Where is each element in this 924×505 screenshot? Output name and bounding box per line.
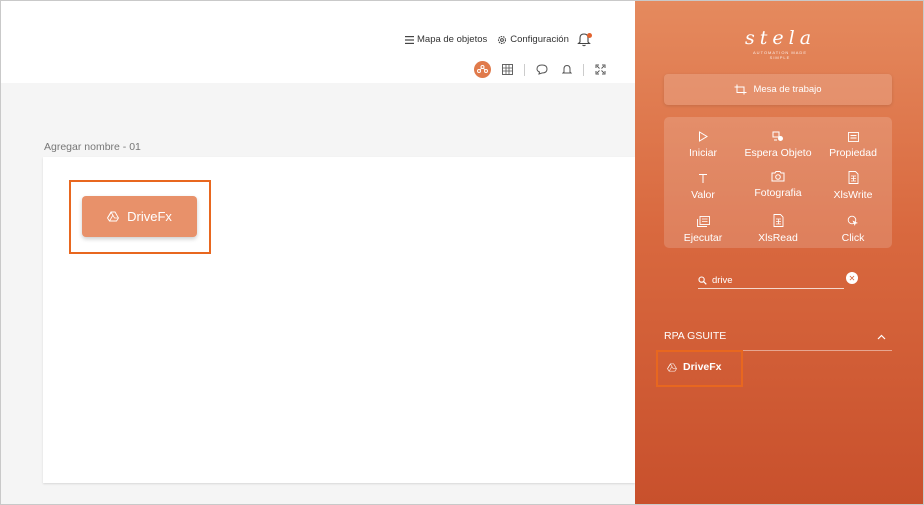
tool-label: Espera Objeto [744,147,812,159]
camera-icon [771,171,785,182]
view-toolbar [474,61,609,78]
tool-label: Fotografia [754,187,802,199]
fullscreen-button[interactable] [592,61,609,78]
flow-icon [477,65,488,73]
close-icon: ✕ [848,273,856,283]
chevron-up-icon [877,334,886,340]
tool-label: Iniciar [688,147,717,159]
tool-ejecutar[interactable]: Ejecutar [665,206,741,244]
tool-iniciar[interactable]: Iniciar [665,121,741,159]
alerts-button[interactable] [558,61,575,78]
spreadsheet-icon [773,214,783,227]
clear-search-button[interactable]: ✕ [846,272,858,284]
tool-xlswrite[interactable]: XlsWrite [815,163,891,201]
canvas-title[interactable]: Agregar nombre - 01 [44,141,141,153]
menu-icon [405,35,414,44]
group-title: RPA GSUITE [664,330,727,342]
object-map-link[interactable]: Mapa de objetos [405,34,487,45]
tool-xlsread[interactable]: XlsRead [740,206,816,244]
tool-grid: Iniciar Espera Objeto Propiedad Valor Fo… [664,117,892,248]
wait-object-icon [772,131,783,141]
play-icon [699,131,708,142]
stela-logo: stela AUTOMATION MADE SIMPLE [745,27,815,60]
group-header-rpa-gsuite[interactable]: RPA GSUITE [664,330,892,351]
toolbar-divider [524,63,525,76]
tool-espera-objeto[interactable]: Espera Objeto [740,121,816,159]
flow-view-button[interactable] [474,61,491,78]
notifications-button[interactable] [577,32,592,52]
tool-label: Valor [691,189,715,201]
text-icon [699,174,707,183]
tool-label: Ejecutar [683,232,723,244]
workbench-label: Mesa de trabajo [753,84,822,95]
bell-outline-icon [561,64,572,73]
tool-propiedad[interactable]: Propiedad [815,121,891,159]
settings-label: Configuración [510,34,569,45]
workbench-button[interactable]: Mesa de trabajo [664,74,892,105]
spreadsheet-icon [848,171,858,184]
tool-label: XlsWrite [833,189,873,201]
settings-link[interactable]: Configuración [497,34,569,45]
object-map-label: Mapa de objetos [417,34,488,45]
search-box [698,272,844,289]
search-result-drivefx[interactable]: DriveFx [667,361,722,373]
cursor-click-icon [847,215,858,226]
logo-text: stela [745,27,817,49]
drivefx-node[interactable]: DriveFx [82,196,197,237]
logo-tagline: AUTOMATION MADE SIMPLE [753,50,807,60]
google-drive-icon [667,362,677,372]
gear-icon [498,35,507,44]
tool-valor[interactable]: Valor [665,163,741,201]
toolbar-divider [583,63,584,76]
search-icon [698,275,707,285]
tool-label: Click [841,232,865,244]
tool-fotografia[interactable]: Fotografia [740,161,816,199]
tool-label: XlsRead [758,232,798,244]
expand-icon [595,64,606,75]
app-window: Mapa de objetos Configuración Agregar no… [0,0,924,505]
comment-icon [535,64,548,75]
execute-icon [696,216,710,227]
tools-panel: stela AUTOMATION MADE SIMPLE Mesa de tra… [635,1,923,504]
top-bar: Mapa de objetos Configuración [1,1,635,83]
notification-dot [587,33,592,38]
search-input[interactable] [712,274,832,286]
grid-icon [502,64,513,75]
tool-label: Propiedad [829,147,877,159]
google-drive-icon [107,211,120,222]
comments-button[interactable] [533,61,550,78]
grid-view-button[interactable] [499,61,516,78]
workspace: Mapa de objetos Configuración Agregar no… [1,1,635,504]
node-label: DriveFx [127,209,172,224]
result-label: DriveFx [683,361,722,373]
tool-click[interactable]: Click [815,206,891,244]
property-icon [847,132,859,142]
crop-frame-icon [734,84,747,95]
top-nav: Mapa de objetos Configuración [405,34,569,45]
